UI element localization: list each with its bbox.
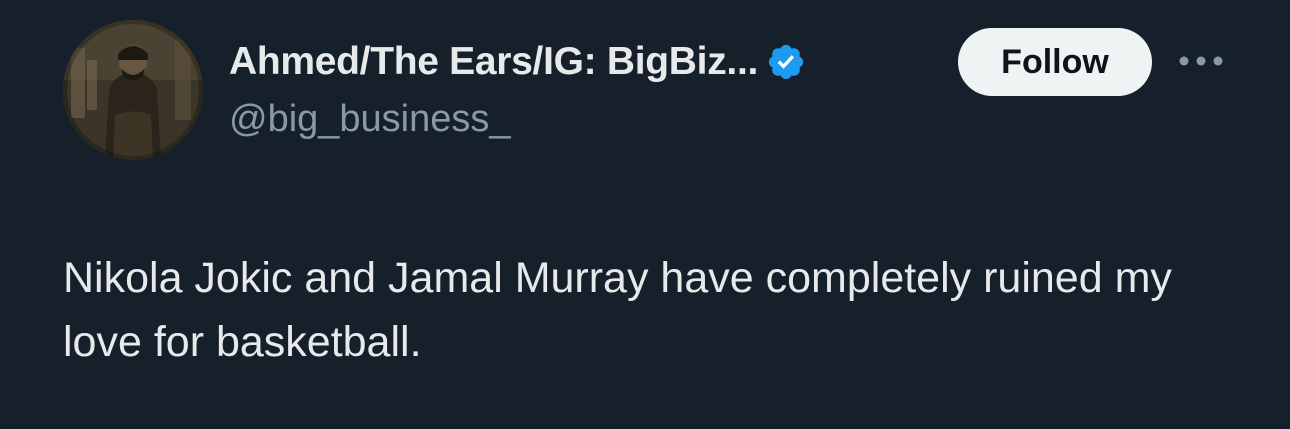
more-options-icon[interactable] [1176,46,1226,76]
avatar[interactable] [63,20,203,160]
author-display-name[interactable]: Ahmed/The Ears/IG: BigBiz... [229,40,758,84]
verified-badge-icon[interactable] [766,42,806,82]
tweet-card: Ahmed/The Ears/IG: BigBiz... @big_busine… [0,0,1290,429]
author-handle[interactable]: @big_business_ [229,98,511,141]
author-name-row: Ahmed/The Ears/IG: BigBiz... [229,36,806,88]
avatar-photo-icon [63,20,203,160]
follow-button[interactable]: Follow [958,28,1152,96]
tweet-text: Nikola Jokic and Jamal Murray have compl… [63,254,1172,366]
